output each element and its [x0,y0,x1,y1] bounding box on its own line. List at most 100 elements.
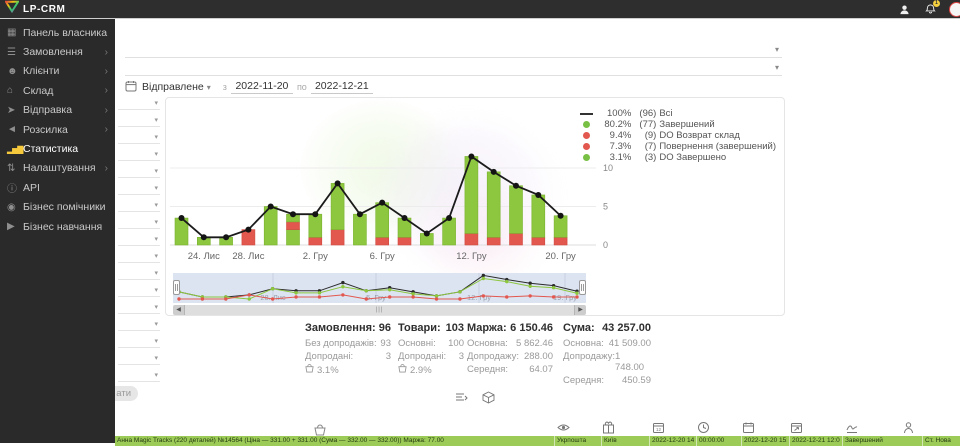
sidebar-item-label: API [23,182,40,194]
scrollbar-thumb[interactable]: ||| [184,305,575,315]
package-icon[interactable] [482,391,495,409]
to-label: по [297,82,307,92]
dashboard-icon: ▦ [7,27,23,38]
avatar[interactable] [949,2,960,17]
sidebar-item-broadcast[interactable]: ◄Розсилка› [0,120,115,139]
svg-text:6. Гру: 6. Гру [370,251,395,262]
sidebar-item-shipping[interactable]: ➤Відправка› [0,101,115,120]
svg-text:28. Лис: 28. Лис [232,251,264,262]
side-filter-select-11[interactable]: ▾ [118,266,160,280]
sidebar-item-label: Бізнес помічники [23,201,106,213]
user-icon[interactable] [897,2,911,16]
order-row-cell: 00:00:00 [696,436,739,446]
date-from-input[interactable]: 2022-11-20 [231,80,293,94]
side-filter-select-3[interactable]: ▾ [118,130,160,144]
legend-item-return-done[interactable]: 7.3%(7)Повернення (завершений) [579,141,776,152]
svg-text:12. Гру: 12. Гру [456,251,487,262]
filter-select-1[interactable]: ▾ [125,37,782,58]
date-to-input[interactable]: 2022-12-21 [311,80,373,94]
from-label: з [223,82,227,92]
notifications-bell-icon[interactable]: 1 [923,2,937,16]
chevron-down-icon: ▾ [154,150,158,158]
side-filter-select-14[interactable]: ▾ [118,317,160,331]
side-filter-select-13[interactable]: ▾ [118,300,160,314]
side-filter-select-5[interactable]: ▾ [118,164,160,178]
side-filter-select-15[interactable]: ▾ [118,334,160,348]
side-filter-select-9[interactable]: ▾ [118,232,160,246]
sidebar-item-warehouse[interactable]: ⌂Склад› [0,81,115,100]
sidebar-item-settings[interactable]: ⇅Налаштування› [0,159,115,178]
chevron-down-icon: ▾ [775,63,779,72]
legend-item-return-stock[interactable]: 9.4%(9)DO Возврат склад [579,130,776,141]
order-table-row[interactable]: Анна Magic Tracks (220 деталей) №14564 (… [115,436,960,446]
side-filter-select-1[interactable]: ▾ [118,96,160,110]
main-content: ▾ ▾ Відправлене ▾ з 2022-11-20 по 2022-1… [115,18,960,443]
chevron-down-icon: ▾ [154,320,158,328]
side-filter-select-8[interactable]: ▾ [118,215,160,229]
orders-bar-line-chart[interactable]: 051024. Лис28. Лис2. Гру6. Гру12. Гру20.… [166,98,626,266]
order-row-cell: 2022-12-21 12:07:05 [789,436,840,446]
statistics-icon: ▂▅▇ [7,145,23,154]
chevron-down-icon: ▾ [154,371,158,379]
order-row-cell: Ст. Нова [922,436,960,446]
chevron-right-icon: › [105,85,108,96]
sidebar-item-label: Замовлення [23,46,83,58]
chevron-down-icon: ▾ [154,184,158,192]
chevron-down-icon: ▾ [775,45,779,54]
sidebar-item-statistics[interactable]: ▂▅▇Статистика [0,139,115,158]
side-filter-select-17[interactable]: ▾ [118,368,160,382]
calendar-icon [125,80,137,95]
chevron-down-icon: ▾ [154,354,158,362]
navigator-left-handle[interactable] [173,280,180,295]
brand-logo[interactable]: LP-CRM [0,0,65,19]
legend-item-all[interactable]: 100%(96)Всі [579,108,776,119]
order-row-cell: Київ [601,436,647,446]
chart-range-navigator[interactable]: 28. Лис5. Гру12. Гру19. Гру [173,273,586,303]
chevron-right-icon: › [105,66,108,77]
side-filter-select-12[interactable]: ▾ [118,283,160,297]
brand-name: LP-CRM [23,4,65,15]
filter-select-2[interactable]: ▾ [125,58,782,76]
sidebar-item-label: Панель власника [23,27,107,39]
legend-item-completed[interactable]: 80.2%(77)Завершений [579,119,776,130]
side-filter-select-10[interactable]: ▾ [118,249,160,263]
side-filter-select-16[interactable]: ▾ [118,351,160,365]
side-filter-select-6[interactable]: ▾ [118,181,160,195]
sidebar-item-label: Налаштування [23,162,96,174]
sidebar-item-clients[interactable]: ☻Клієнти› [0,62,115,81]
sidebar-item-dashboard[interactable]: ▦Панель власника [0,23,115,42]
sidebar-nav: ▦Панель власника☰Замовлення›☻Клієнти›⌂Ск… [0,18,115,443]
chevron-down-icon: ▾ [154,252,158,260]
scroll-right-arrow-icon[interactable]: ▶ [575,305,586,315]
navigator-scrollbar[interactable]: ◀ ||| ▶ [173,305,586,315]
cart-icon [305,364,314,376]
side-filter-select-2[interactable]: ▾ [118,113,160,127]
chevron-down-icon: ▾ [154,303,158,311]
side-filter-select-7[interactable]: ▾ [118,198,160,212]
chevron-right-icon: › [105,163,108,174]
list-settings-icon[interactable] [455,391,468,409]
sidebar-item-api[interactable]: ⓘAPI [0,178,115,197]
cart-icon [398,364,407,376]
svg-text:2. Гру: 2. Гру [303,251,328,262]
scroll-left-arrow-icon[interactable]: ◀ [173,305,184,315]
chevron-down-icon: ▾ [154,218,158,226]
notification-badge: 1 [933,0,940,7]
broadcast-icon: ◄ [7,124,23,135]
navigator-right-handle[interactable] [579,280,586,295]
date-filter-row: Відправлене ▾ з 2022-11-20 по 2022-12-21 [125,78,373,96]
chevron-down-icon: ▾ [207,83,211,92]
period-type-select[interactable]: Відправлене [142,81,204,93]
stat-products: Товари:103 Основні:100 Допродані:3 2.9% [398,322,464,376]
chevron-down-icon: ▾ [154,235,158,243]
sidebar-item-label: Розсилка [23,124,68,136]
lp-crm-statistics-page: { "topbar": {"brand": "LP-CRM", "bell_ba… [0,0,960,443]
order-row-cell: Укрпошта [554,436,599,446]
sidebar-item-orders[interactable]: ☰Замовлення› [0,42,115,61]
sidebar-item-helpers[interactable]: ◉Бізнес помічники [0,198,115,217]
side-filter-select-4[interactable]: ▾ [118,147,160,161]
sidebar-item-training[interactable]: ▶Бізнес навчання [0,217,115,236]
sidebar-item-label: Клієнти [23,65,59,77]
legend-item-do-done[interactable]: 3.1%(3)DO Завершено [579,152,776,163]
sidebar-item-label: Статистика [23,143,78,155]
